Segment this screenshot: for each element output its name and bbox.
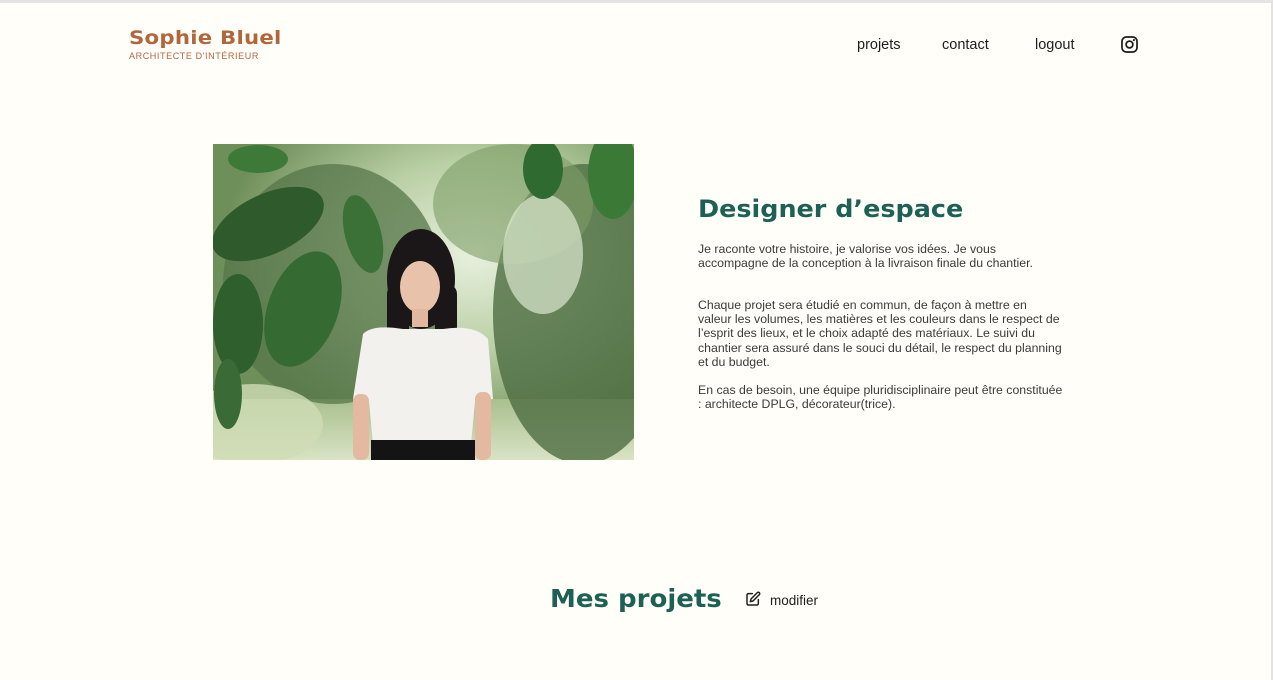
- edit-icon: [746, 591, 761, 606]
- nav-link-logout[interactable]: logout: [1035, 36, 1075, 54]
- main-nav: projets contact logout: [0, 36, 1273, 56]
- portfolio-title: Mes projets: [550, 584, 722, 613]
- portfolio-header: Mes projets modifier: [0, 580, 1273, 620]
- instagram-icon[interactable]: [1120, 35, 1139, 54]
- site-header: Sophie Bluel ARCHITECTE D'INTÉRIEUR proj…: [0, 0, 1273, 80]
- introduction-text: Designer d’espace Je raconte votre histo…: [698, 194, 1068, 411]
- portrait-photo: [213, 144, 634, 460]
- introduction-paragraph: En cas de besoin, une équipe pluridiscip…: [698, 383, 1063, 412]
- introduction-paragraph: Je raconte votre histoire, je valorise v…: [698, 242, 1033, 271]
- introduction-paragraph: Chaque projet sera étudié en commun, de …: [698, 298, 1062, 369]
- nav-link-projets[interactable]: projets: [857, 36, 901, 54]
- introduction-title: Designer d’espace: [698, 195, 964, 223]
- edit-projects-label: modifier: [770, 593, 819, 608]
- nav-link-contact[interactable]: contact: [942, 36, 989, 54]
